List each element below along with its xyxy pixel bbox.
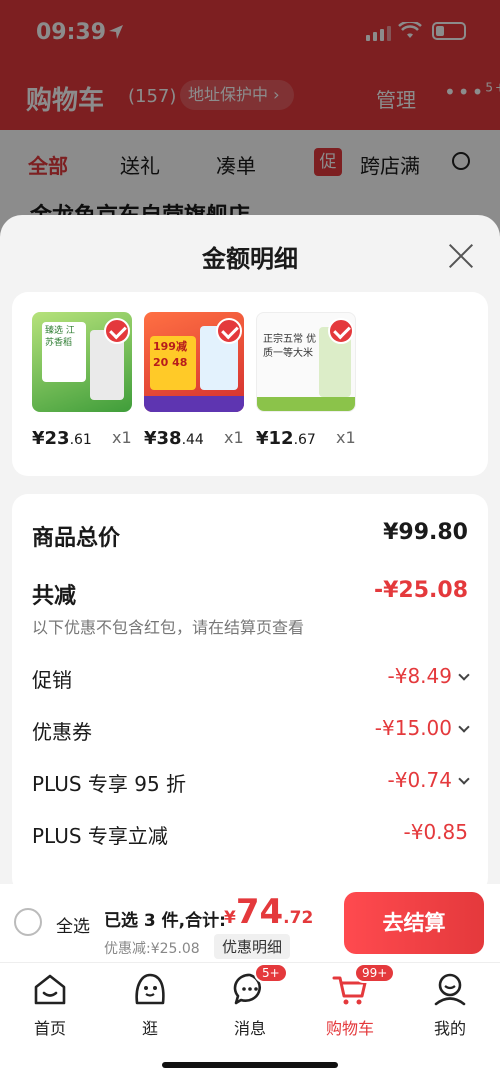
tab-me[interactable]: 我的	[410, 971, 490, 1039]
promo-value: -¥8.49	[388, 664, 470, 688]
tab-messages[interactable]: 5+ 消息	[210, 963, 290, 1039]
discount-detail-button[interactable]: 优惠明细	[214, 934, 291, 959]
home-indicator	[162, 1062, 338, 1068]
tab-label: 我的	[433, 1019, 466, 1038]
product-qty: x1	[112, 428, 132, 447]
product-qty: x1	[224, 428, 244, 447]
product-price: ¥23.61	[32, 428, 92, 449]
discount-text: 优惠减:¥25.08	[104, 941, 200, 957]
tab-home[interactable]: 首页	[10, 971, 90, 1039]
tab-label: 逛	[141, 1019, 158, 1038]
discount-note: 以下优惠不包含红包，请在结算页查看	[32, 618, 305, 637]
plus95-label: PLUS 专享 95 折	[32, 772, 187, 796]
select-all-checkbox[interactable]	[14, 908, 42, 936]
product-price: ¥38.44	[144, 428, 204, 449]
home-icon	[32, 971, 68, 1007]
product-item[interactable]: 199减20 48 ¥38.44 x1	[144, 312, 254, 462]
total-reduce-value: -¥25.08	[373, 578, 468, 603]
checkout-bar: 全选 已选 3 件,合计: ¥74.72 优惠减:¥25.08 优惠明细 去结算	[0, 884, 500, 962]
cart-icon: 99+	[332, 963, 396, 1007]
message-icon: 5+	[232, 963, 288, 1007]
product-price: ¥12.67	[256, 428, 316, 449]
selected-count: 已选 3 件,合计:	[104, 911, 226, 931]
chevron-down-icon	[458, 773, 470, 785]
plus-reduce-label: PLUS 专享立减	[32, 824, 168, 848]
select-all-label[interactable]: 全选	[56, 912, 90, 937]
tab-browse[interactable]: 逛	[110, 971, 190, 1039]
tab-cart[interactable]: 99+ 购物车	[310, 963, 396, 1039]
plus95-value: -¥0.74	[388, 768, 470, 792]
check-icon	[328, 318, 354, 344]
goods-total-value: ¥99.80	[383, 520, 468, 545]
product-item[interactable]: 正宗五常 优质一等大米 ¥12.67 x1	[256, 312, 366, 462]
product-qty: x1	[336, 428, 356, 447]
browse-icon	[132, 971, 168, 1007]
tab-label: 首页	[33, 1019, 66, 1038]
price-breakdown: 商品总价 ¥99.80 共减 -¥25.08 以下优惠不包含红包，请在结算页查看…	[12, 494, 488, 894]
message-badge: 5+	[254, 963, 288, 983]
plus-reduce-value: -¥0.85	[403, 820, 468, 844]
user-icon	[432, 971, 468, 1007]
total-price: ¥74.72	[224, 892, 314, 932]
tab-label: 消息	[233, 1019, 266, 1038]
chevron-down-icon	[458, 669, 470, 681]
goods-total-label: 商品总价	[32, 526, 121, 551]
product-item[interactable]: 臻选 江苏香稻 ¥23.61 x1	[32, 312, 142, 462]
product-list: 臻选 江苏香稻 ¥23.61 x1 199减20 48 ¥38.44 x1 正宗…	[12, 292, 488, 476]
coupon-label: 优惠券	[32, 720, 92, 744]
check-icon	[104, 318, 130, 344]
total-reduce-label: 共减	[32, 584, 77, 609]
cart-badge: 99+	[354, 963, 396, 983]
chevron-down-icon	[458, 721, 470, 733]
sheet-title: 金额明细	[202, 245, 298, 273]
promo-label: 促销	[32, 668, 72, 692]
tab-label: 购物车	[325, 1019, 374, 1038]
close-icon[interactable]	[445, 240, 477, 272]
checkout-button[interactable]: 去结算	[344, 892, 484, 954]
check-icon	[216, 318, 242, 344]
coupon-value: -¥15.00	[375, 716, 470, 740]
